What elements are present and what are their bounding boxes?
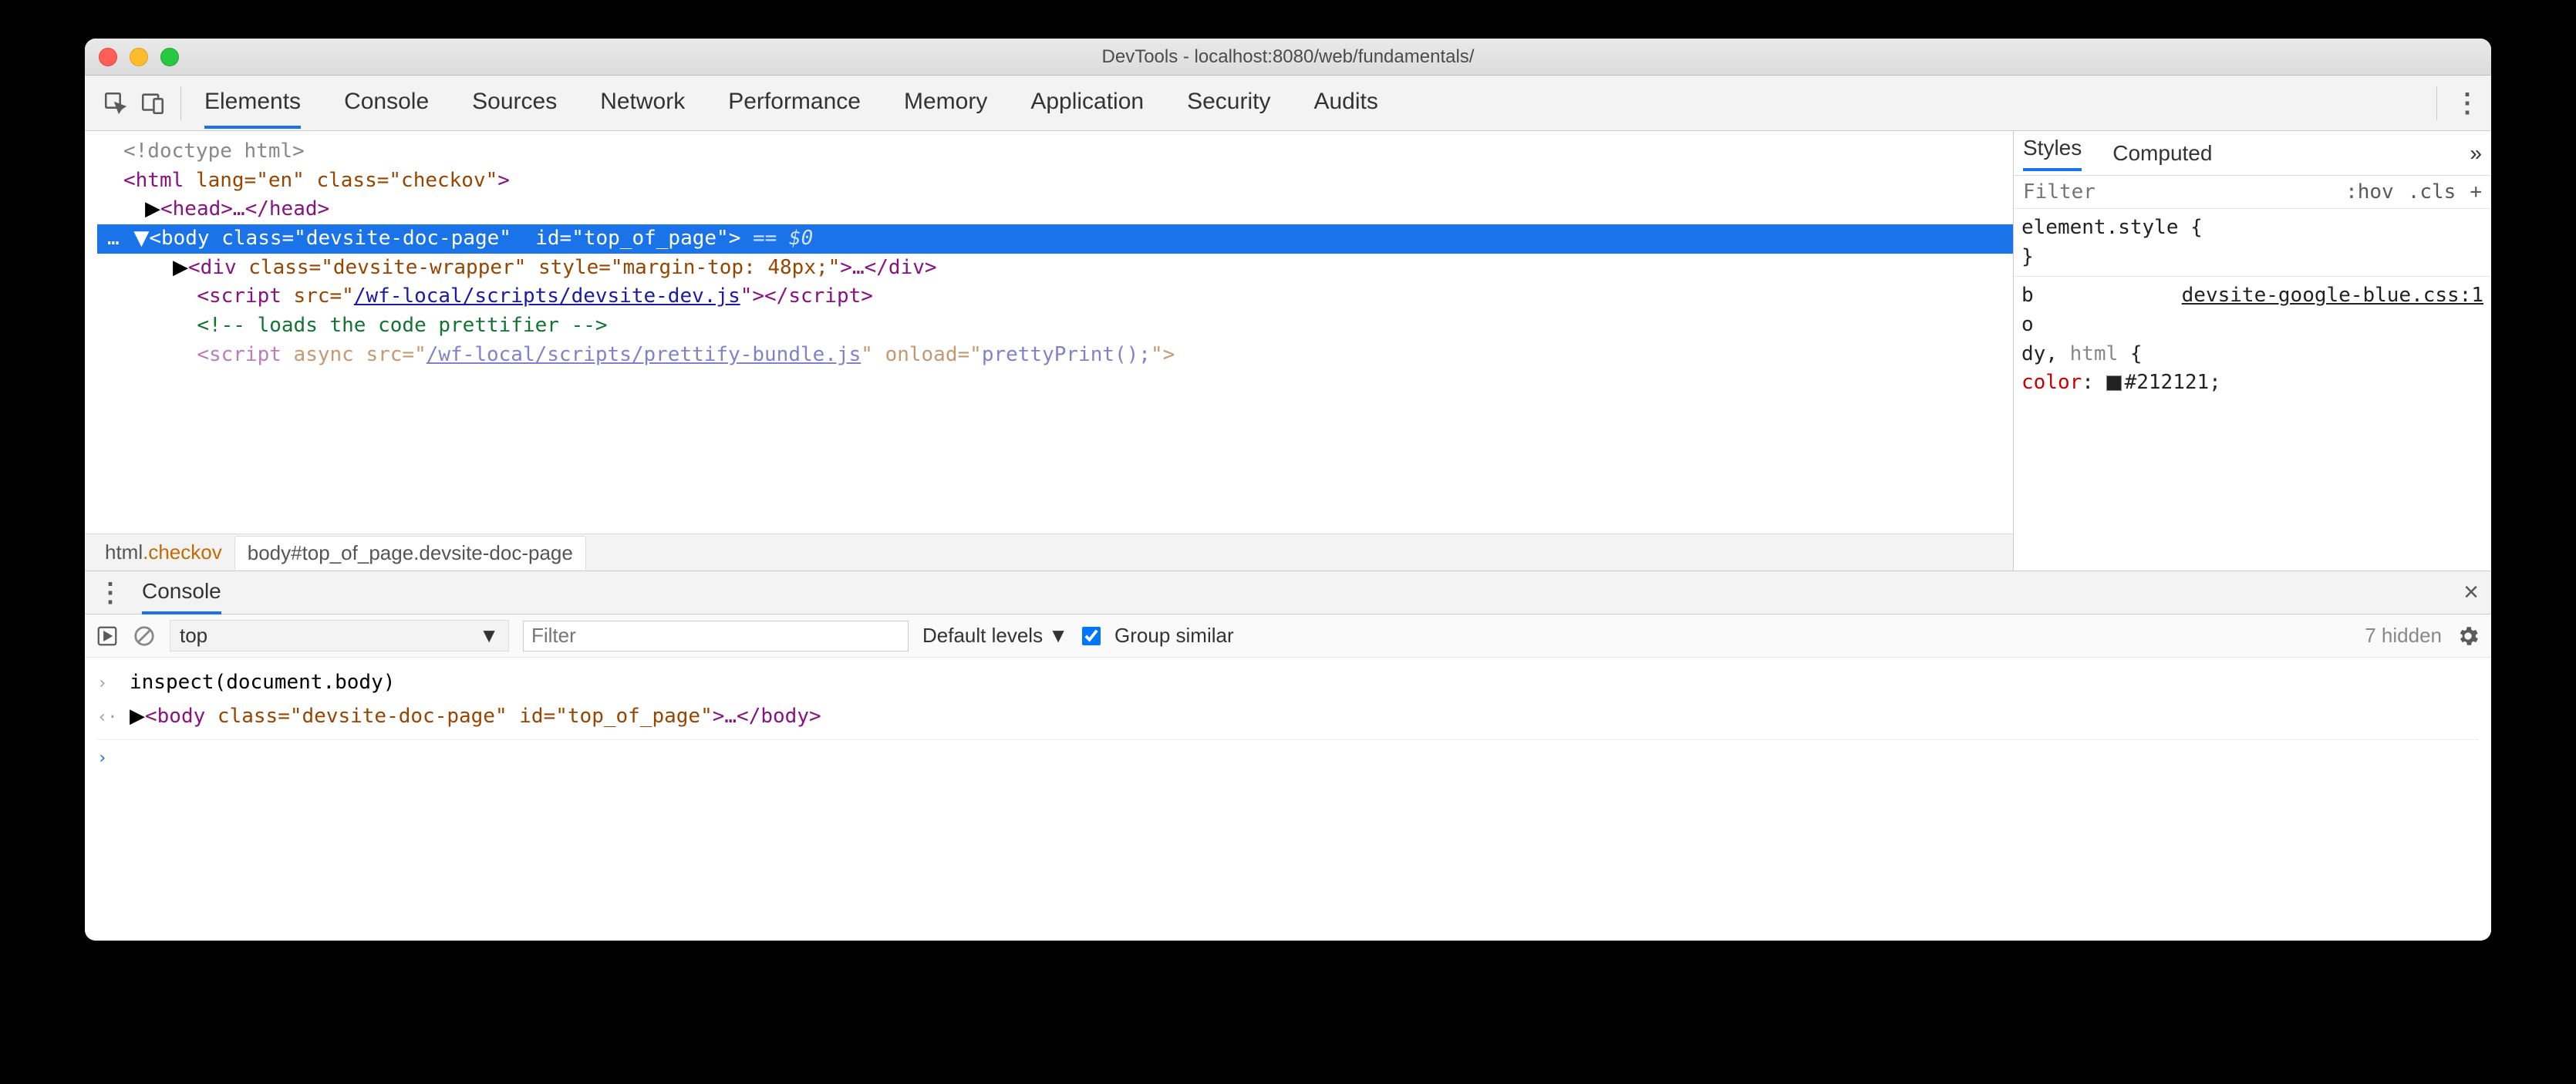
inspect-element-icon[interactable] [97,85,134,122]
dom-script-prettify[interactable]: <script async src="/wf-local/scripts/pre… [165,341,2013,370]
dom-script-devsite[interactable]: <script src="/wf-local/scripts/devsite-d… [165,282,2013,311]
more-tabs-icon[interactable]: » [2470,141,2482,166]
toolbar-separator [180,86,181,120]
log-levels-dropdown[interactable]: Default levels ▼ [922,624,1068,648]
tab-elements[interactable]: Elements [204,78,301,129]
dom-div-wrapper[interactable]: ▶<div class="devsite-wrapper" style="mar… [165,254,2013,283]
sidebar-tabs: Styles Computed » [2014,131,2491,176]
tab-memory[interactable]: Memory [904,78,987,129]
tab-console[interactable]: Console [344,78,429,129]
dom-html-open[interactable]: <html lang="en" class="checkov"> [116,167,2013,196]
titlebar: DevTools - localhost:8080/web/fundamenta… [85,39,2491,76]
window-title: DevTools - localhost:8080/web/fundamenta… [85,46,2491,68]
tab-network[interactable]: Network [600,78,685,129]
styles-filter-input[interactable] [2023,180,2162,204]
input-chevron-icon: › [97,665,116,698]
output-chevron-icon: ‹· [97,699,116,732]
console-output-line[interactable]: ‹· ▶<body class="devsite-doc-page" id="t… [97,699,2479,740]
prompt-chevron-icon: › [97,740,116,773]
dom-body-selected[interactable]: … ▼<body class="devsite-doc-page" id="to… [97,224,2013,254]
clear-console-icon[interactable] [133,624,156,648]
dom-head[interactable]: ▶<head>…</head> [137,195,2013,224]
tab-performance[interactable]: Performance [728,78,861,129]
expand-icon[interactable]: ▶ [173,254,188,283]
dom-doctype[interactable]: <!doctype html> [123,140,305,163]
rule-element-style[interactable]: element.style { [2021,214,2483,243]
collapse-icon[interactable]: ▼ [133,224,149,254]
rule-source-link[interactable]: devsite-google-blue.css:1 [2182,281,2483,369]
chevron-down-icon: ▼ [479,624,499,648]
crumb-body[interactable]: body#top_of_page.devsite-doc-page [234,536,586,570]
hov-button[interactable]: :hov [2345,180,2394,204]
window-controls [99,48,179,66]
drawer-tab-console[interactable]: Console [142,571,221,614]
zoom-window-button[interactable] [160,48,179,66]
console-prompt[interactable]: › [97,740,2479,773]
console-filter-input[interactable] [523,621,909,651]
console-toolbar: top▼ Default levels ▼ Group similar 7 hi… [85,614,2491,658]
tab-computed[interactable]: Computed [2112,141,2212,166]
panel-tabs: Elements Console Sources Network Perform… [204,78,1378,129]
context-selector[interactable]: top▼ [170,620,509,651]
run-icon[interactable] [96,624,119,648]
breadcrumb: html.checkov body#top_of_page.devsite-do… [85,534,2013,571]
main-toolbar: Elements Console Sources Network Perform… [85,76,2491,131]
elements-panel: <!doctype html> <html lang="en" class="c… [85,131,2013,571]
drawer-menu-icon[interactable]: ⋮ [97,577,122,608]
dom-comment[interactable]: <!-- loads the code prettifier --> [165,311,2013,341]
styles-toolbar: :hov .cls + [2014,176,2491,209]
tab-sources[interactable]: Sources [472,78,557,129]
tab-audits[interactable]: Audits [1313,78,1377,129]
css-property-color[interactable]: color: #212121; [2021,369,2483,398]
console-settings-icon[interactable] [2456,624,2480,648]
tab-security[interactable]: Security [1187,78,1270,129]
console-drawer: ⋮ Console × top▼ Default levels ▼ Group … [85,571,2491,941]
main-area: <!doctype html> <html lang="en" class="c… [85,131,2491,571]
devtools-window: DevTools - localhost:8080/web/fundamenta… [85,39,2491,941]
hidden-count[interactable]: 7 hidden [2365,624,2442,648]
minimize-window-button[interactable] [130,48,148,66]
color-swatch-icon[interactable] [2106,375,2122,391]
expand-icon[interactable]: ▶ [145,195,160,224]
crumb-html[interactable]: html.checkov [93,536,234,569]
close-window-button[interactable] [99,48,117,66]
group-similar-checkbox[interactable] [1082,621,1101,651]
tab-application[interactable]: Application [1030,78,1144,129]
more-options-icon[interactable]: ⋮ [2454,88,2479,119]
dom-tree[interactable]: <!doctype html> <html lang="en" class="c… [85,131,2013,534]
toolbar-separator [2436,86,2437,120]
drawer-header: ⋮ Console × [85,571,2491,614]
rule-selector[interactable]: b o dy, html { [2021,281,2143,369]
console-input-line[interactable]: › inspect(document.body) [97,665,2479,699]
tab-styles[interactable]: Styles [2023,136,2082,171]
close-drawer-icon[interactable]: × [2463,577,2479,608]
styles-sidebar: Styles Computed » :hov .cls + element.st… [2013,131,2491,571]
expand-icon[interactable]: ▶ [130,699,145,733]
group-similar-label: Group similar [1114,624,1234,648]
ellipsis-icon[interactable]: … [105,227,122,250]
styles-rules[interactable]: element.style { } b o dy, html { devsite… [2014,209,2491,407]
device-toolbar-icon[interactable] [134,85,171,122]
selected-ref: == $0 [740,227,813,250]
new-rule-button[interactable]: + [2470,180,2482,204]
console-output[interactable]: › inspect(document.body) ‹· ▶<body class… [85,658,2491,941]
cls-button[interactable]: .cls [2408,180,2456,204]
